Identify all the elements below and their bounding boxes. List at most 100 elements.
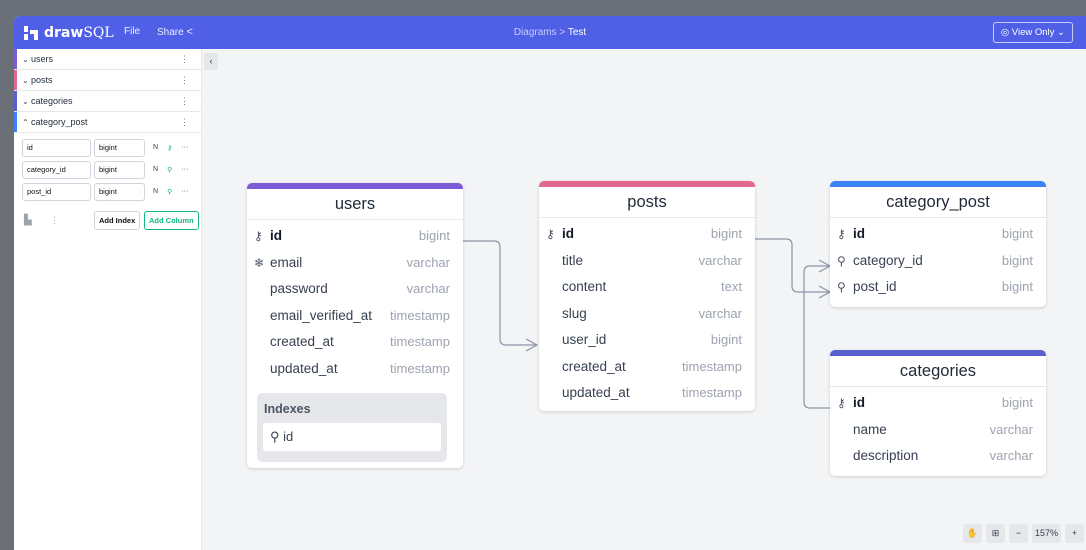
field-type-select[interactable]: bigint — [94, 138, 145, 157]
column-type: varchar — [698, 252, 742, 268]
nullable-toggle[interactable]: N — [153, 188, 158, 196]
column-name: id — [270, 228, 282, 243]
zoom-out-button[interactable]: − — [1008, 524, 1028, 543]
column-row[interactable]: password varchar — [247, 276, 463, 303]
column-type: varchar — [989, 421, 1033, 437]
column-row[interactable]: slug varchar — [539, 301, 755, 328]
nullable-toggle[interactable]: N — [153, 144, 158, 152]
column-row[interactable]: ⚷ id bigint — [830, 221, 1046, 248]
index-name: id — [283, 429, 294, 444]
more-options-icon[interactable]: ⋮ — [50, 215, 59, 226]
column-type: bigint — [1001, 279, 1033, 294]
column-row[interactable]: updated_at timestamp — [247, 356, 463, 383]
table-categories[interactable]: categories ⚷ id bigint name varchar descripti… — [830, 350, 1046, 476]
key-icon[interactable]: ⚷ — [167, 144, 172, 152]
index-item[interactable]: ⚲ id — [263, 423, 441, 451]
sidebar-table-category_post[interactable]: ⌃ category_post ⋮ — [14, 112, 201, 133]
sidebar-table-label: category_post — [31, 117, 88, 127]
field-flags: N ⚷ ··· — [153, 144, 188, 152]
column-name: created_at — [270, 334, 334, 349]
field-type-select[interactable]: bigint — [94, 182, 145, 201]
field-editor: id bigint N ⚷ ··· category_id bigint N ⚲ ··· post_… — [14, 133, 201, 313]
more-options-icon[interactable]: ⋮ — [180, 49, 189, 69]
column-type: timestamp — [390, 307, 450, 323]
fit-view-button[interactable]: ⊞ — [985, 524, 1005, 543]
column-row[interactable]: ⚲ post_id bigint — [830, 274, 1046, 301]
sidebar: ⌄ users ⋮ ⌄ posts ⋮ ⌄ categories ⋮ ⌃ category_post… — [14, 49, 202, 550]
nullable-toggle[interactable]: N — [153, 166, 158, 174]
table-color-accent — [14, 112, 17, 132]
field-type-select[interactable]: bigint — [94, 160, 145, 179]
reorder-icon[interactable]: ▙ — [24, 215, 32, 226]
column-row[interactable]: user_id bigint — [539, 327, 755, 354]
column-row[interactable]: ⚷ id bigint — [247, 223, 463, 250]
column-type: bigint — [1001, 226, 1033, 241]
more-options-icon[interactable]: ⋮ — [180, 112, 189, 132]
sidebar-table-categories[interactable]: ⌄ categories ⋮ — [14, 91, 201, 112]
column-row[interactable]: ❄ email varchar — [247, 250, 463, 277]
field-name-input[interactable]: category_id — [22, 160, 91, 179]
indexes-label: Indexes — [264, 402, 311, 416]
column-name: title — [562, 252, 584, 268]
column-row[interactable]: content text — [539, 274, 755, 301]
more-options-icon[interactable]: ⋮ — [180, 91, 189, 111]
column-type: varchar — [406, 254, 450, 270]
chevron-left-icon: ‹ — [209, 56, 213, 66]
table-color-accent — [14, 49, 17, 69]
breadcrumb-separator: > — [559, 27, 566, 38]
index-icon: ⚲ — [837, 280, 846, 294]
key-icon: ⚷ — [254, 229, 263, 243]
column-row[interactable]: email_verified_at timestamp — [247, 303, 463, 330]
more-options-icon[interactable]: ··· — [181, 144, 188, 152]
index-icon[interactable]: ⚲ — [167, 188, 172, 196]
column-type: timestamp — [682, 358, 742, 374]
column-name: name — [853, 421, 887, 437]
table-posts[interactable]: posts ⚷ id bigint title varchar content text sl… — [539, 181, 755, 411]
column-row[interactable]: created_at timestamp — [539, 354, 755, 381]
add-index-button[interactable]: Add Index — [94, 211, 141, 230]
more-options-icon[interactable]: ··· — [181, 188, 188, 196]
view-only-dropdown[interactable]: ◎ View Only ⌄ — [992, 22, 1073, 43]
table-category-post[interactable]: category_post ⚷ id bigint ⚲ category_id bigin… — [830, 181, 1046, 307]
column-row[interactable]: created_at timestamp — [247, 329, 463, 356]
column-type: timestamp — [682, 385, 742, 400]
index-icon[interactable]: ⚲ — [167, 166, 172, 174]
column-row[interactable]: ⚷ id bigint — [830, 390, 1046, 417]
collapse-sidebar-button[interactable]: ‹ — [204, 53, 218, 70]
more-options-icon[interactable]: ⋮ — [180, 70, 189, 90]
key-icon: ⚷ — [837, 396, 846, 410]
column-row[interactable]: ⚷ id bigint — [539, 221, 755, 248]
eye-icon: ◎ — [1000, 27, 1010, 38]
column-row[interactable]: ⚲ category_id bigint — [830, 248, 1046, 275]
index-icon: ⚲ — [837, 253, 846, 268]
zoom-level: 157% — [1031, 524, 1061, 543]
field-flags: N ⚲ ··· — [153, 166, 188, 174]
column-type: varchar — [989, 448, 1033, 463]
column-name: description — [853, 448, 919, 463]
sidebar-table-posts[interactable]: ⌄ posts ⋮ — [14, 70, 201, 91]
column-row[interactable]: title varchar — [539, 248, 755, 275]
field-name-input[interactable]: id — [22, 138, 91, 157]
sidebar-table-users[interactable]: ⌄ users ⋮ — [14, 49, 201, 70]
more-options-icon[interactable]: ··· — [181, 166, 188, 174]
table-color-accent — [14, 70, 17, 90]
relation-categories-category_post — [803, 265, 830, 409]
column-name: category_id — [853, 252, 923, 268]
index-icon: ⚲ — [270, 429, 280, 444]
breadcrumb-diagrams[interactable]: Diagrams — [514, 27, 557, 38]
table-users[interactable]: users ⚷ id bigint ❄ email varchar password varc… — [247, 183, 463, 468]
field-name-input[interactable]: post_id — [22, 182, 91, 201]
field-row: id bigint N ⚷ ··· — [22, 137, 201, 158]
column-row[interactable]: name varchar — [830, 417, 1046, 444]
table-categories-title: categories — [830, 356, 1046, 387]
column-row[interactable]: description varchar — [830, 443, 1046, 470]
sidebar-table-label: categories — [31, 96, 73, 106]
column-type: bigint — [1001, 252, 1033, 268]
add-column-button[interactable]: Add Column — [144, 211, 199, 230]
grid-icon: ⊞ — [991, 528, 1000, 538]
breadcrumb: Diagrams > Test — [14, 27, 1086, 38]
zoom-in-button[interactable]: + — [1065, 524, 1084, 543]
field-row: post_id bigint N ⚲ ··· — [22, 181, 201, 202]
pan-hand-button[interactable]: ✋ — [962, 524, 982, 543]
column-row[interactable]: updated_at timestamp — [539, 380, 755, 407]
